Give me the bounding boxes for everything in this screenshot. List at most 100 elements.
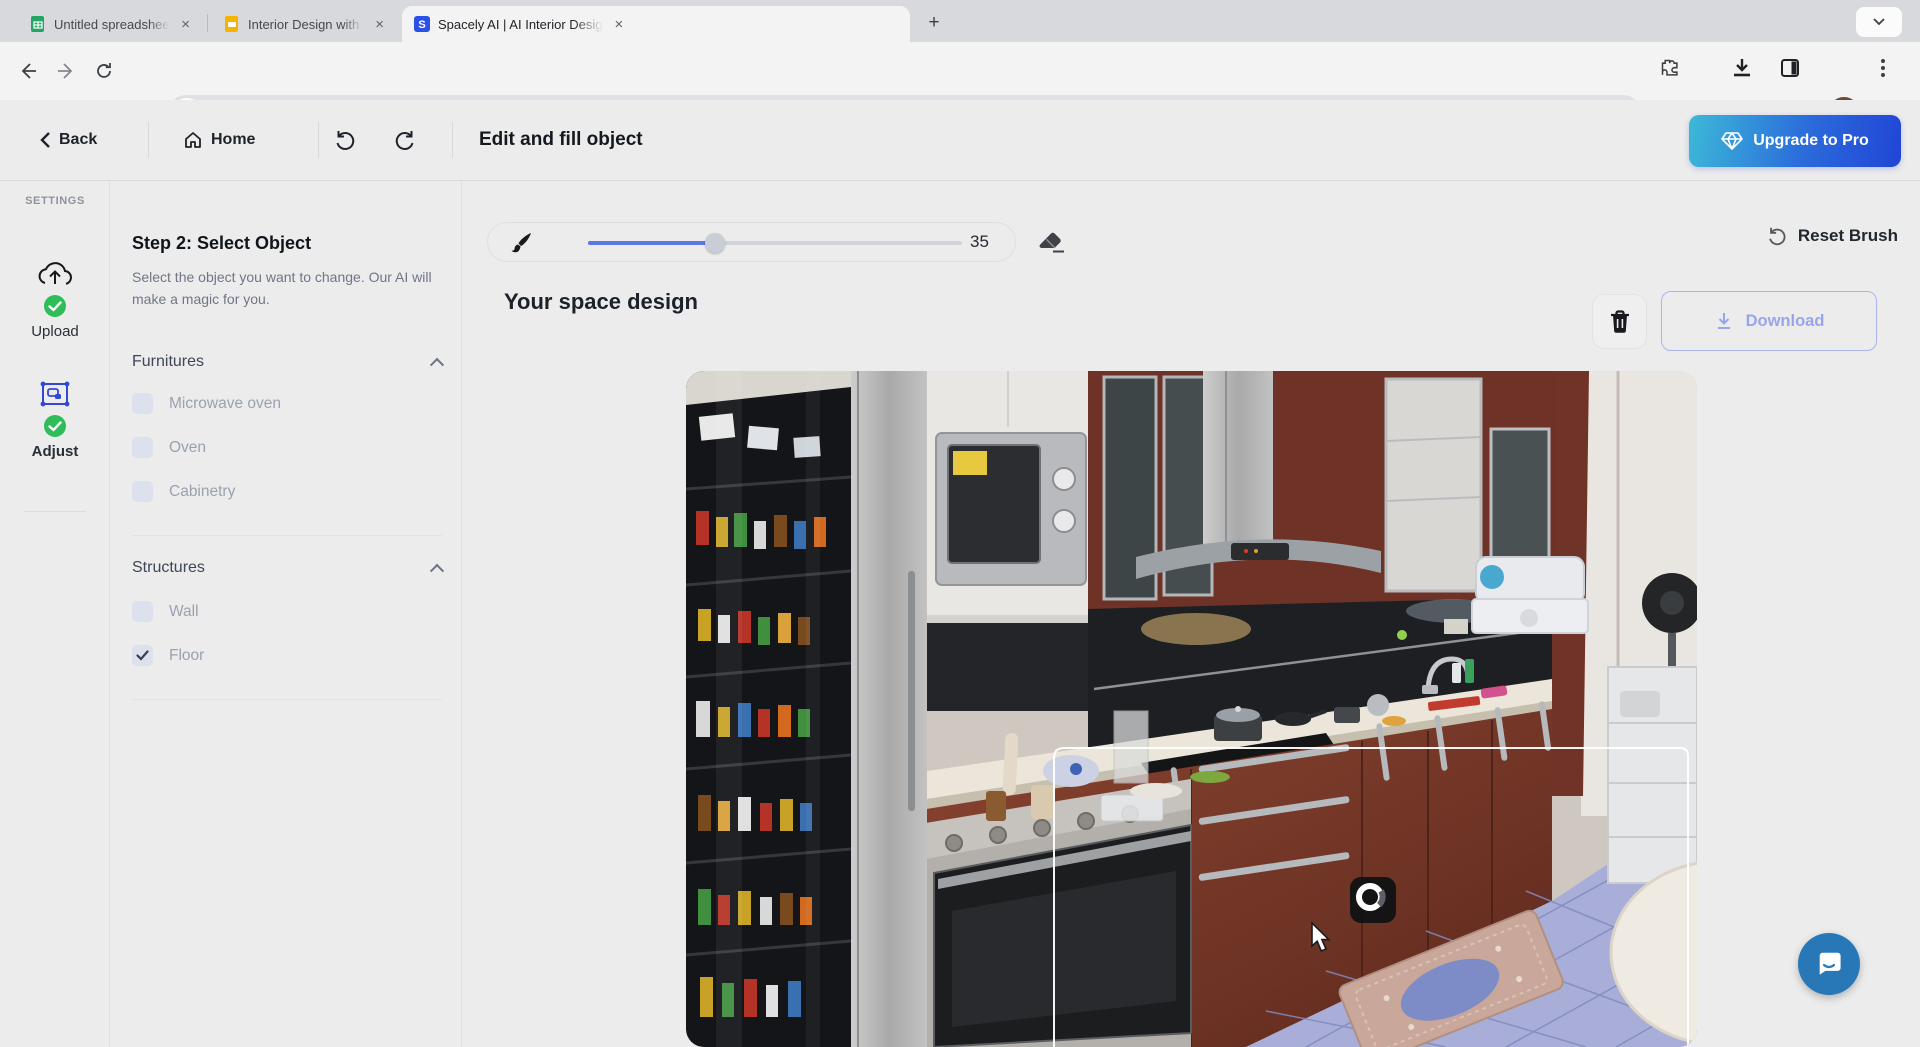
- group-structures-header[interactable]: Structures: [132, 559, 442, 577]
- brush-cursor-badge: [1350, 877, 1396, 923]
- checkbox-label: Cabinetry: [169, 483, 235, 501]
- step-description: Select the object you want to change. Ou…: [132, 267, 432, 310]
- tab-title: Interior Design with Generativ: [248, 17, 363, 32]
- page-title: Edit and fill object: [479, 100, 643, 180]
- upgrade-to-pro-button[interactable]: Upgrade to Pro: [1689, 115, 1901, 167]
- forward-nav-button[interactable]: [52, 57, 80, 85]
- brush-icon: [510, 230, 534, 254]
- brush-size-value: 35: [970, 232, 989, 252]
- checkbox-row-wall[interactable]: Wall: [132, 601, 199, 622]
- header-divider: [452, 122, 453, 158]
- upgrade-label: Upgrade to Pro: [1753, 132, 1869, 150]
- checkbox-oven[interactable]: [132, 437, 153, 458]
- checkbox-row-cabinetry[interactable]: Cabinetry: [132, 481, 235, 502]
- adjust-marquee-icon: [38, 379, 72, 409]
- gem-icon: [1721, 132, 1743, 150]
- upload-complete-check-icon: [43, 294, 67, 318]
- google-sheets-icon: [30, 16, 46, 32]
- browser-tab-strip: Untitled spreadsheet - Googl × Interior …: [0, 0, 1920, 42]
- header-divider: [148, 122, 149, 158]
- checkbox-row-microwave-oven[interactable]: Microwave oven: [132, 393, 281, 414]
- downloads-button[interactable]: [1730, 56, 1754, 80]
- extensions-button[interactable]: [1658, 56, 1682, 80]
- delete-design-button[interactable]: [1592, 294, 1647, 349]
- adjust-step-label: Adjust: [32, 443, 79, 460]
- panel-divider: [132, 699, 442, 700]
- chat-launcher-button[interactable]: [1798, 933, 1860, 995]
- step-upload[interactable]: Upload: [0, 259, 110, 340]
- checkbox-wall[interactable]: [132, 601, 153, 622]
- checkbox-row-floor[interactable]: Floor: [132, 645, 204, 666]
- spacely-favicon: S: [414, 16, 430, 32]
- checkbox-microwave-oven[interactable]: [132, 393, 153, 414]
- download-button[interactable]: Download: [1661, 291, 1877, 351]
- back-nav-button[interactable]: [14, 57, 42, 85]
- home-icon: [183, 130, 203, 150]
- checkbox-label: Wall: [169, 603, 199, 621]
- download-tray-icon: [1730, 56, 1754, 80]
- arrow-right-icon: [56, 61, 76, 81]
- step-title: Step 2: Select Object: [132, 233, 311, 254]
- checkbox-cabinetry[interactable]: [132, 481, 153, 502]
- checkbox-floor-checked[interactable]: [132, 645, 153, 666]
- arrow-left-icon: [18, 61, 38, 81]
- cloud-upload-icon: [36, 259, 74, 289]
- tab-google-sheets[interactable]: Untitled spreadsheet - Googl ×: [18, 6, 204, 42]
- download-icon: [1714, 311, 1734, 331]
- reload-icon: [94, 61, 114, 81]
- check-icon: [136, 650, 149, 661]
- tab-separator: [207, 14, 208, 32]
- undo-button[interactable]: [333, 100, 357, 180]
- chevron-down-icon: [1873, 18, 1885, 26]
- slider-thumb[interactable]: [705, 233, 725, 253]
- brush-size-toolbar: 35: [487, 222, 1016, 262]
- tab-title: Spacely AI | AI Interior Desig: [438, 17, 603, 32]
- reset-brush-label: Reset Brush: [1798, 226, 1898, 246]
- checkbox-label: Microwave oven: [169, 395, 281, 413]
- redo-icon: [393, 128, 417, 152]
- browser-menu-button[interactable]: [1880, 56, 1886, 80]
- home-button[interactable]: Home: [183, 100, 255, 180]
- back-button[interactable]: Back: [40, 100, 97, 180]
- group-furnitures-header[interactable]: Furnitures: [132, 353, 442, 371]
- space-design-image[interactable]: [686, 371, 1697, 1047]
- group-title: Structures: [132, 559, 205, 577]
- kebab-menu-icon: [1880, 56, 1886, 80]
- tab-spacely-active[interactable]: S Spacely AI | AI Interior Desig ×: [402, 6, 910, 42]
- extensions-puzzle-icon: [1658, 56, 1682, 80]
- side-panel-button[interactable]: [1778, 56, 1802, 80]
- group-title: Furnitures: [132, 353, 204, 371]
- tab-close-icon[interactable]: ×: [371, 16, 388, 33]
- canvas-area: 35 Reset Brush Your space design Downloa…: [463, 181, 1920, 1047]
- trash-icon: [1609, 310, 1631, 334]
- download-label: Download: [1746, 312, 1825, 331]
- undo-icon: [333, 128, 357, 152]
- brush-size-slider[interactable]: [588, 241, 962, 245]
- new-tab-button[interactable]: +: [922, 11, 946, 35]
- tab-close-icon[interactable]: ×: [177, 16, 194, 33]
- reset-brush-button[interactable]: Reset Brush: [1766, 225, 1898, 247]
- eraser-icon: [1039, 231, 1065, 253]
- panel-divider: [132, 535, 442, 536]
- header-divider: [318, 122, 319, 158]
- chevron-left-icon: [40, 131, 51, 149]
- step-adjust[interactable]: Adjust: [0, 379, 110, 460]
- tab-google-slides[interactable]: Interior Design with Generativ ×: [212, 6, 398, 42]
- kitchen-photo-illustration: [686, 371, 1697, 1047]
- svg-text:S: S: [418, 19, 425, 31]
- upload-step-label: Upload: [31, 323, 79, 340]
- redo-button[interactable]: [393, 100, 417, 180]
- reload-button[interactable]: [90, 57, 118, 85]
- tab-close-icon[interactable]: ×: [611, 16, 628, 33]
- checkbox-label: Oven: [169, 439, 206, 457]
- google-slides-icon: [224, 16, 240, 32]
- slider-fill: [588, 241, 715, 245]
- eraser-button[interactable]: [1035, 227, 1069, 257]
- chevron-up-icon: [430, 564, 444, 578]
- adjust-complete-check-icon: [43, 414, 67, 438]
- checkbox-row-oven[interactable]: Oven: [132, 437, 206, 458]
- back-label: Back: [59, 131, 97, 149]
- tab-title: Untitled spreadsheet - Googl: [54, 17, 169, 32]
- chat-bubble-icon: [1814, 949, 1844, 979]
- tab-search-chevron-button[interactable]: [1856, 7, 1902, 37]
